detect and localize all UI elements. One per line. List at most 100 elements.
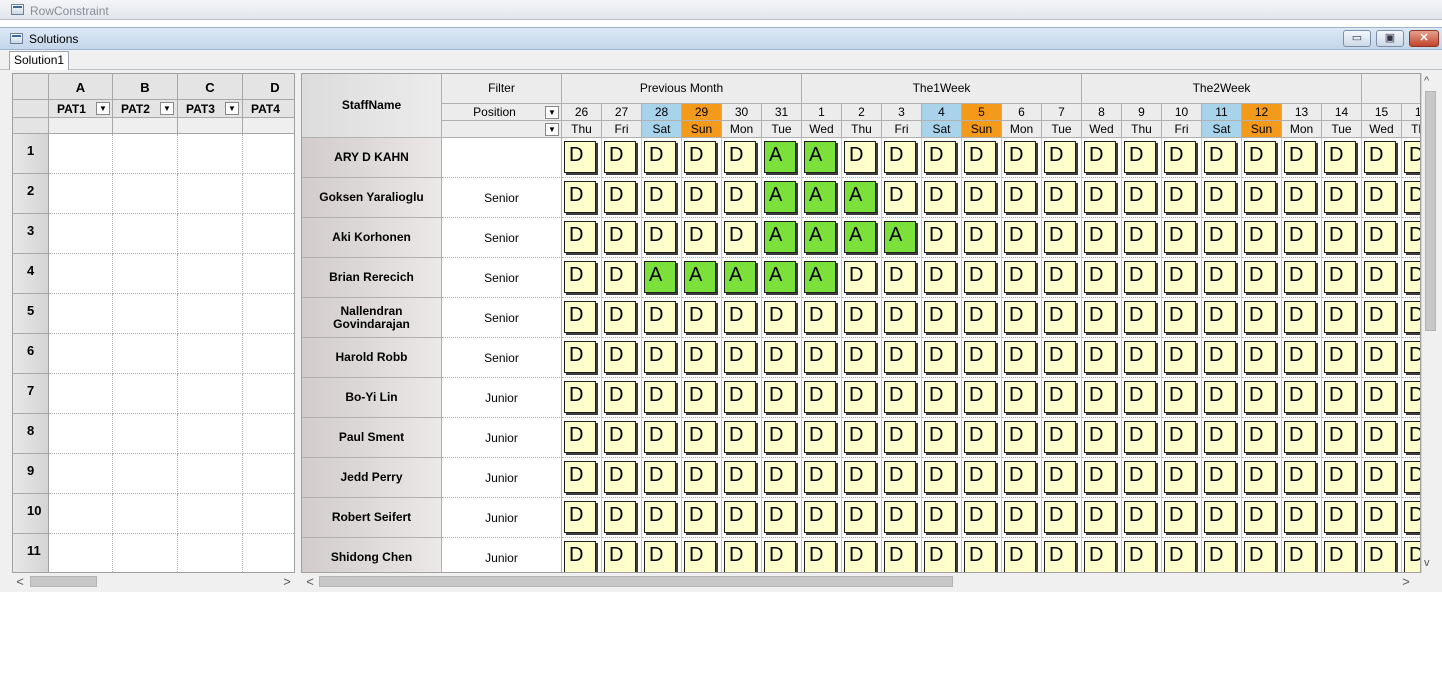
shift-box[interactable]: A (764, 141, 796, 173)
shift-box[interactable]: D (1164, 501, 1196, 533)
shift-box[interactable]: D (884, 261, 916, 293)
weekday-header[interactable]: Sat (922, 121, 962, 138)
pattern-grid-hscrollbar[interactable]: < > (12, 573, 295, 590)
shift-box[interactable]: D (1404, 421, 1420, 453)
pattern-cell[interactable] (178, 174, 243, 214)
shift-box[interactable]: A (884, 221, 916, 253)
staff-name-cell[interactable]: Robert Seifert (302, 498, 442, 538)
position-cell[interactable]: Junior (442, 458, 562, 498)
shift-box[interactable]: D (1404, 461, 1420, 493)
weekday-header[interactable]: Fri (882, 121, 922, 138)
shift-box[interactable]: D (764, 301, 796, 333)
shift-box[interactable]: D (644, 461, 676, 493)
shift-box[interactable]: D (804, 341, 836, 373)
shift-box[interactable]: D (1364, 141, 1396, 173)
shift-box[interactable]: A (804, 261, 836, 293)
pattern-cell[interactable] (49, 494, 113, 534)
shift-box[interactable]: D (1084, 461, 1116, 493)
shift-box[interactable]: D (604, 221, 636, 253)
pattern-cell[interactable] (49, 254, 113, 294)
shift-box[interactable]: D (964, 381, 996, 413)
day-number-header[interactable]: 5 (962, 104, 1002, 121)
shift-box[interactable]: D (1044, 341, 1076, 373)
weekday-header[interactable]: Thu (562, 121, 602, 138)
shift-box[interactable]: D (644, 421, 676, 453)
weekday-header[interactable]: Mon (1282, 121, 1322, 138)
pattern-cell[interactable] (243, 414, 294, 454)
shift-box[interactable]: D (1164, 301, 1196, 333)
week-group-header[interactable]: Previous Month (562, 74, 802, 104)
shift-box[interactable]: D (564, 381, 596, 413)
shift-box[interactable]: D (1004, 341, 1036, 373)
shift-box[interactable]: D (604, 341, 636, 373)
shift-box[interactable]: D (1124, 421, 1156, 453)
shift-box[interactable]: D (1244, 341, 1276, 373)
shift-box[interactable]: D (884, 141, 916, 173)
shift-box[interactable]: D (804, 461, 836, 493)
shift-box[interactable]: D (924, 261, 956, 293)
pattern-cell[interactable] (178, 254, 243, 294)
shift-box[interactable]: D (844, 381, 876, 413)
day-number-header[interactable]: 3 (882, 104, 922, 121)
shift-box[interactable]: D (684, 341, 716, 373)
shift-box[interactable]: D (1124, 141, 1156, 173)
pattern-cell[interactable] (113, 454, 178, 494)
shift-box[interactable]: D (684, 381, 716, 413)
shift-box[interactable]: D (1324, 141, 1356, 173)
shift-box[interactable]: D (1124, 341, 1156, 373)
pattern-cell[interactable] (243, 374, 294, 414)
shift-box[interactable]: D (1404, 261, 1420, 293)
tab-solution1[interactable]: Solution1 (9, 51, 70, 70)
staff-name-cell[interactable]: Brian Rerecich (302, 258, 442, 298)
weekday-header[interactable]: Sun (962, 121, 1002, 138)
shift-box[interactable]: D (1284, 301, 1316, 333)
shift-box[interactable]: D (1244, 501, 1276, 533)
pattern-cell[interactable] (178, 534, 243, 572)
shift-box[interactable]: D (1364, 501, 1396, 533)
shift-box[interactable]: D (724, 501, 756, 533)
shift-box[interactable]: A (644, 261, 676, 293)
shift-box[interactable]: D (604, 421, 636, 453)
filter-header[interactable]: Filter (442, 74, 562, 104)
pattern-cell[interactable] (113, 134, 178, 174)
shift-box[interactable]: D (1084, 261, 1116, 293)
pattern-cell[interactable] (243, 254, 294, 294)
day-number-header[interactable]: 11 (1202, 104, 1242, 121)
shift-box[interactable]: D (724, 181, 756, 213)
pattern-cell[interactable] (49, 374, 113, 414)
shift-box[interactable]: D (564, 301, 596, 333)
shift-box[interactable]: D (964, 501, 996, 533)
pattern-cell[interactable] (49, 294, 113, 334)
shift-box[interactable]: D (1324, 541, 1356, 572)
day-number-header[interactable]: 16 (1402, 104, 1420, 121)
scroll-right-arrow-icon[interactable]: > (1399, 574, 1413, 589)
maximize-button[interactable]: ▣ (1376, 30, 1404, 47)
scroll-up-arrow-icon[interactable]: ^ (1424, 75, 1429, 87)
day-number-header[interactable]: 9 (1122, 104, 1162, 121)
pattern-cell[interactable] (113, 294, 178, 334)
shift-box[interactable]: D (1084, 141, 1116, 173)
shift-box[interactable]: D (924, 341, 956, 373)
shift-box[interactable]: D (644, 501, 676, 533)
shift-box[interactable]: D (1084, 501, 1116, 533)
shift-box[interactable]: D (1244, 421, 1276, 453)
shift-box[interactable]: D (604, 501, 636, 533)
day-number-header[interactable]: 30 (722, 104, 762, 121)
shift-box[interactable]: D (1364, 301, 1396, 333)
shift-box[interactable]: D (1364, 381, 1396, 413)
staff-name-cell[interactable]: Jedd Perry (302, 458, 442, 498)
shift-box[interactable]: D (1164, 181, 1196, 213)
day-number-header[interactable]: 1 (802, 104, 842, 121)
staff-name-header[interactable]: StaffName (302, 74, 442, 138)
shift-box[interactable]: D (1044, 461, 1076, 493)
shift-box[interactable]: D (964, 221, 996, 253)
shift-box[interactable]: A (804, 181, 836, 213)
shift-box[interactable]: D (1284, 341, 1316, 373)
shift-box[interactable]: D (564, 421, 596, 453)
weekday-header[interactable]: Sat (642, 121, 682, 138)
pattern-cell[interactable] (243, 214, 294, 254)
shift-box[interactable]: D (1324, 341, 1356, 373)
shift-box[interactable]: D (1084, 181, 1116, 213)
shift-box[interactable]: D (564, 341, 596, 373)
shift-box[interactable]: D (764, 381, 796, 413)
